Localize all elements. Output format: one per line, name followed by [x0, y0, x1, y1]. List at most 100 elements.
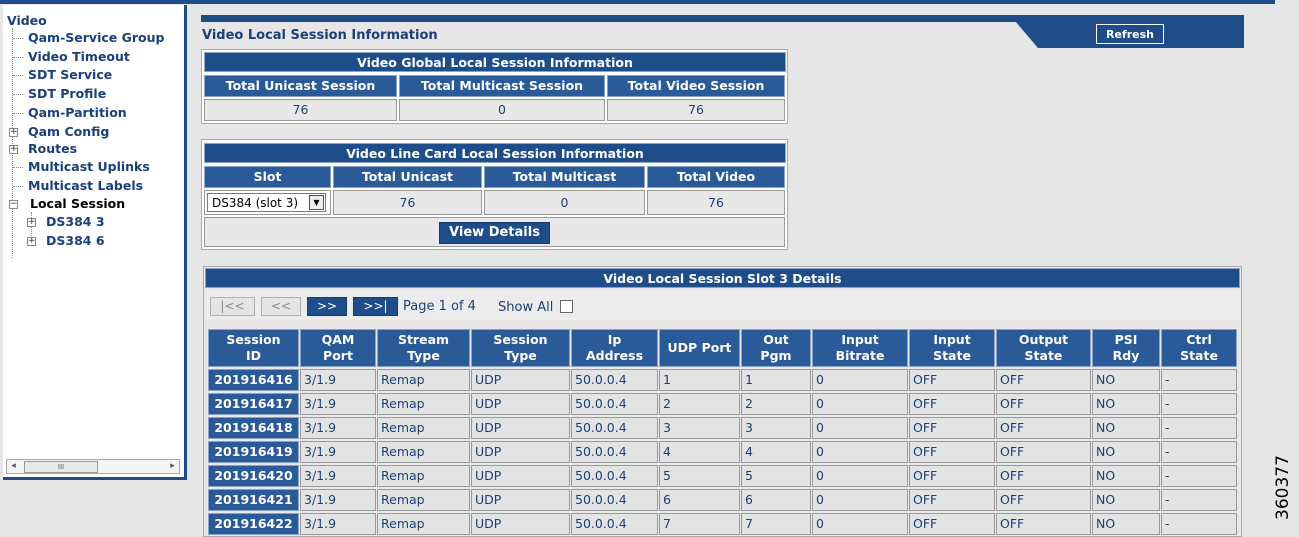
last-page-button[interactable]: >>| [353, 297, 398, 316]
tree-item-sdt-profile[interactable]: SDT Profile [28, 86, 106, 101]
expand-icon[interactable]: + [9, 128, 18, 137]
column-header-line: UDP Port [667, 340, 732, 355]
page-indicator: Page 1 of 4 [403, 299, 476, 314]
linecard-header-multicast: Total Multicast Session [484, 166, 645, 204]
expand-icon[interactable]: + [9, 145, 18, 154]
cell-input-state: OFF [909, 441, 995, 463]
scroll-right-icon[interactable]: ▸ [166, 460, 179, 473]
tree-item-ds384-6[interactable]: DS384 6 [46, 233, 105, 248]
horizontal-scrollbar[interactable]: ◂ III ▸ [6, 459, 180, 474]
cell-input-state: OFF [909, 489, 995, 511]
cell-stream-type: Remap [377, 465, 470, 487]
cell-udp-port: 4 [659, 441, 740, 463]
table-row[interactable]: 201916422 3/1.9 Remap UDP 50.0.0.4 7 7 0 OFF OFF N… [208, 513, 1238, 535]
cell-input-bitrate: 0 [812, 441, 908, 463]
column-header-qam-port: QAM Port [300, 329, 376, 367]
cell-input-bitrate: 0 [812, 465, 908, 487]
cell-input-state: OFF [909, 369, 995, 391]
cell-stream-type: Remap [377, 369, 470, 391]
table-row[interactable]: 201916419 3/1.9 Remap UDP 50.0.0.4 4 4 0 OFF OFF N… [208, 441, 1238, 463]
tree-root-video[interactable]: Video [7, 13, 47, 28]
cell-input-bitrate: 0 [812, 489, 908, 511]
column-header-line: Ip [607, 332, 622, 347]
table-row[interactable]: 201916421 3/1.9 Remap UDP 50.0.0.4 6 6 0 OFF OFF N… [208, 489, 1238, 511]
navigation-tree-panel: Video Qam-Service Group Video Timeout SD… [3, 5, 187, 480]
cell-stream-type: Remap [377, 417, 470, 439]
column-header-line: ID [245, 348, 261, 363]
next-page-button[interactable]: >> [307, 297, 347, 316]
global-session-caption: Video Global Local Session Information [204, 52, 786, 72]
cell-output-state: OFF [996, 441, 1091, 463]
tree-item-video-timeout[interactable]: Video Timeout [28, 49, 130, 64]
slot-select[interactable]: DS384 (slot 3) ▼ [207, 193, 326, 212]
tree-item-multicast-uplinks[interactable]: Multicast Uplinks [28, 159, 150, 174]
tree-item-multicast-labels[interactable]: Multicast Labels [28, 178, 143, 193]
cell-input-state: OFF [909, 393, 995, 415]
tree-item-routes[interactable]: Routes [28, 141, 77, 156]
column-header-output-state: Output State [996, 329, 1091, 367]
cell-qam-port: 3/1.9 [300, 465, 376, 487]
view-details-button[interactable]: View Details [439, 222, 550, 244]
tree-item-qam-service-group[interactable]: Qam-Service Group [28, 30, 164, 45]
cell-udp-port: 7 [659, 513, 740, 535]
cell-output-state: OFF [996, 489, 1091, 511]
column-header-line: State [1024, 348, 1063, 363]
cell-output-state: OFF [996, 417, 1091, 439]
column-header-label: UDP Port [668, 340, 732, 356]
column-header-ctrl-state: Ctrl State [1161, 329, 1237, 367]
cell-ip-address: 50.0.0.4 [571, 465, 658, 487]
column-header-session-id: Session ID [208, 329, 299, 367]
cell-output-state: OFF [996, 465, 1091, 487]
column-header-line: QAM [321, 332, 355, 347]
tree-item-qam-config[interactable]: Qam Config [28, 124, 109, 139]
dropdown-arrow-icon[interactable]: ▼ [309, 195, 324, 210]
column-header-line: Input [933, 332, 971, 347]
column-header-label: PSI Rdy [1113, 332, 1140, 364]
tree-item-sdt-service[interactable]: SDT Service [28, 67, 112, 82]
cell-session-id: 201916422 [208, 513, 299, 535]
tree-item-local-session-label: Local Session [28, 196, 128, 211]
tree-connector [13, 75, 23, 76]
column-header-udp-port: UDP Port [659, 329, 740, 367]
cell-ctrl-state: - [1161, 489, 1237, 511]
column-header-line: State [1180, 348, 1218, 363]
column-header-label: Input Bitrate [836, 332, 885, 364]
first-page-button[interactable]: |<< [210, 297, 255, 316]
column-header-line: Type [407, 348, 440, 363]
expand-icon[interactable]: + [27, 237, 36, 246]
collapse-icon[interactable]: − [9, 200, 18, 209]
tree-item-ds384-3[interactable]: DS384 3 [46, 214, 105, 229]
cell-stream-type: Remap [377, 489, 470, 511]
column-header-line: Output [1018, 332, 1069, 347]
column-header-session-type: Session Type [471, 329, 570, 367]
tree-item-local-session[interactable]: Local Session [28, 196, 128, 211]
scroll-thumb[interactable]: III [24, 461, 98, 473]
tree-item-qam-partition[interactable]: Qam-Partition [28, 105, 127, 120]
tree-connector [13, 113, 23, 114]
tree-connector [13, 57, 23, 58]
table-row[interactable]: 201916418 3/1.9 Remap UDP 50.0.0.4 3 3 0 OFF OFF N… [208, 417, 1238, 439]
expand-icon[interactable]: + [27, 218, 36, 227]
table-row[interactable]: 201916417 3/1.9 Remap UDP 50.0.0.4 2 2 0 OFF OFF N… [208, 393, 1238, 415]
column-header-label: Ip Address [586, 332, 643, 364]
column-header-label: Input State [933, 332, 971, 364]
cell-input-bitrate: 0 [812, 417, 908, 439]
cell-ip-address: 50.0.0.4 [571, 417, 658, 439]
cell-session-id: 201916417 [208, 393, 299, 415]
table-row[interactable]: 201916420 3/1.9 Remap UDP 50.0.0.4 5 5 0 OFF OFF N… [208, 465, 1238, 487]
column-header-label: Out Pgm [760, 332, 791, 364]
show-all-checkbox[interactable] [560, 300, 573, 313]
cell-session-id: 201916421 [208, 489, 299, 511]
refresh-button[interactable]: Refresh [1096, 24, 1164, 44]
scroll-left-icon[interactable]: ◂ [7, 460, 20, 473]
figure-number: 360377 [1273, 455, 1293, 520]
column-header-line: Rdy [1112, 348, 1140, 363]
table-row[interactable]: 201916416 3/1.9 Remap UDP 50.0.0.4 1 1 0 OFF OFF N… [208, 369, 1238, 391]
cell-stream-type: Remap [377, 393, 470, 415]
prev-page-button[interactable]: << [261, 297, 301, 316]
cell-stream-type: Remap [377, 513, 470, 535]
cell-input-bitrate: 0 [812, 513, 908, 535]
cell-psi-rdy: NO [1092, 369, 1160, 391]
cell-udp-port: 2 [659, 393, 740, 415]
cell-session-type: UDP [471, 513, 570, 535]
